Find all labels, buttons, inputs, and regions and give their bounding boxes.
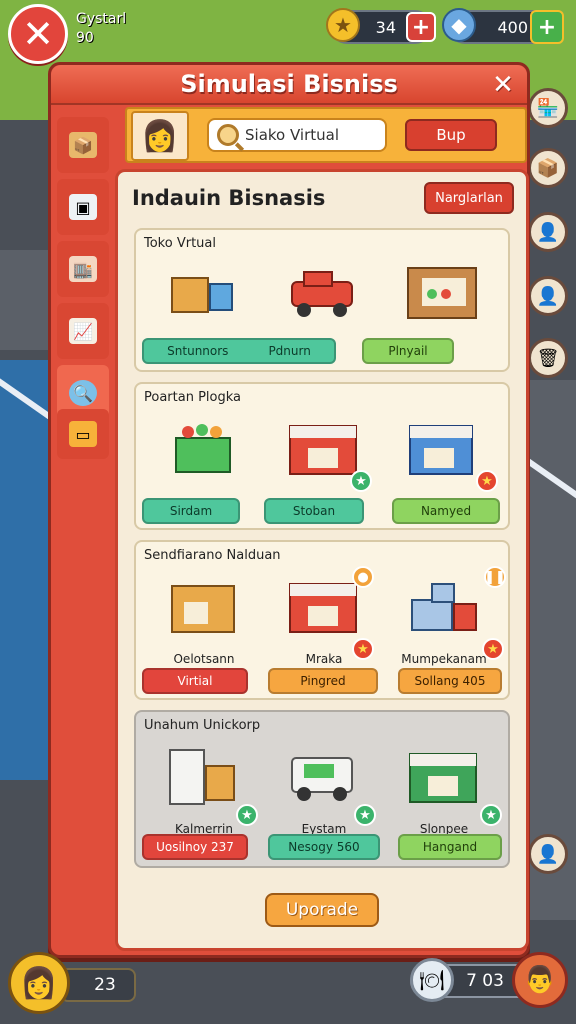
- fridge-icon: [169, 749, 235, 805]
- coin-value: 34: [375, 17, 396, 37]
- business-stat-pill[interactable]: Sntunnors Pdnurn: [142, 338, 336, 364]
- gem-value: 400: [497, 17, 528, 37]
- add-gems-button[interactable]: +: [530, 10, 564, 44]
- add-coins-button[interactable]: +: [406, 12, 436, 42]
- section-title: Poartan Plogka: [144, 390, 241, 405]
- pill-label: Sirdam: [169, 504, 213, 518]
- pause-badge-icon: ❚❚: [484, 566, 506, 588]
- section-title: Unahum Unickorp: [144, 718, 261, 733]
- factory-icon: [411, 583, 477, 631]
- card-icon: ▭: [69, 421, 97, 447]
- tab-inventory[interactable]: 📦: [57, 117, 109, 173]
- side-menu-helper-icon[interactable]: 👤: [528, 834, 568, 874]
- pill-label: Namyed: [420, 504, 472, 518]
- business-stat-pill[interactable]: Pingred: [268, 668, 378, 694]
- item-caption: Mraka: [305, 652, 343, 666]
- food-truck-icon: [291, 757, 353, 801]
- crate-icon: [171, 277, 233, 313]
- side-menu-character-icon[interactable]: 👤: [528, 212, 568, 252]
- pot-badge-icon: ●: [352, 566, 374, 588]
- section-title: Toko Vrtual: [144, 236, 216, 251]
- search-icon: [217, 124, 239, 146]
- coin-icon: ★: [326, 8, 360, 42]
- business-stat-pill[interactable]: Sirdam: [142, 498, 240, 524]
- warehouse-icon: [171, 585, 235, 633]
- cube-icon: ▣: [69, 194, 97, 220]
- side-menu-crate-icon[interactable]: 📦: [528, 148, 568, 188]
- pill-label: Hangand: [422, 840, 478, 854]
- pill-label: Nesogy 560: [288, 840, 360, 854]
- blue-shop-icon: [409, 425, 473, 475]
- red-shop-icon: [289, 425, 357, 475]
- pill-label: Sntunnors: [167, 344, 229, 358]
- side-menu-shop-icon[interactable]: 🏪: [528, 88, 568, 128]
- chef-avatar[interactable]: 👨: [512, 952, 568, 1008]
- search-input-text: Siako Virtual: [245, 126, 339, 144]
- player-level: 90: [76, 30, 94, 46]
- business-stat-pill[interactable]: Virtial: [142, 668, 248, 694]
- business-stat-pill[interactable]: Stoban: [264, 498, 364, 524]
- green-shop-icon: [409, 753, 477, 803]
- item-caption: Mumpekanam: [401, 652, 487, 666]
- tab-shop[interactable]: 🏬: [57, 241, 109, 297]
- section-title: Sendfiarano Nalduan: [144, 548, 281, 563]
- chart-icon: 📈: [69, 318, 97, 344]
- business-stat-pill[interactable]: Plnyail: [362, 338, 454, 364]
- modal-title: Simulasi Bisniss: [180, 70, 398, 98]
- tab-rail: 📦 ▣ 🏬 📈 🔍 ▭: [57, 109, 109, 955]
- item-caption: Oelotsann: [173, 652, 235, 666]
- business-stat-pill[interactable]: Namyed: [392, 498, 500, 524]
- business-section: Poartan Plogka ★ ★ Sirdam Stoban Namyed: [134, 382, 510, 530]
- bottom-left-counter: 23: [60, 968, 136, 1002]
- pill-label: Pdnurn: [268, 344, 311, 358]
- pill-label: Virtial: [177, 674, 213, 688]
- modal-title-bar: Simulasi Bisniss ✕: [51, 65, 527, 105]
- pill-label: Sollang 405: [414, 674, 486, 688]
- market-stall-icon: [407, 267, 477, 319]
- box-icon: 📦: [69, 132, 97, 158]
- business-stat-pill[interactable]: Nesogy 560: [268, 834, 380, 860]
- header-strip: 👩 Siako Virtual Bup: [125, 107, 527, 163]
- star-badge-icon: ★: [476, 470, 498, 492]
- business-stat-pill[interactable]: Uosilnoy 237: [142, 834, 248, 860]
- pill-label: Pingred: [300, 674, 346, 688]
- tab-chart[interactable]: 📈: [57, 303, 109, 359]
- tab-storage[interactable]: ▣: [57, 179, 109, 235]
- gem-icon: ◆: [442, 8, 476, 42]
- business-stat-pill[interactable]: Hangand: [398, 834, 502, 860]
- player-avatar: 👩: [131, 111, 189, 161]
- produce-crate-icon: [175, 424, 231, 473]
- business-stat-pill[interactable]: Sollang 405: [398, 668, 502, 694]
- bottom-left-value: 23: [94, 975, 116, 995]
- pill-label: Stoban: [292, 504, 336, 518]
- shop-icon: 🏬: [69, 256, 97, 282]
- truck-icon: [291, 271, 353, 317]
- business-content-panel: Indauin Bisnasis Narglarlan Toko Vrtual: [115, 169, 529, 951]
- business-section: Sendfiarano Nalduan Oelotsann ● ★ Mraka: [134, 540, 510, 700]
- upgrade-button[interactable]: Uporade: [265, 893, 379, 927]
- content-action-button[interactable]: Narglarlan: [424, 182, 514, 214]
- profile-avatar[interactable]: 👩: [8, 952, 70, 1014]
- exit-button[interactable]: ✕: [8, 4, 68, 64]
- side-menu-friend-icon[interactable]: 👤: [528, 276, 568, 316]
- tab-cards[interactable]: ▭: [57, 409, 109, 459]
- content-title: Indauin Bisnasis: [132, 186, 326, 210]
- magnifier-icon: 🔍: [69, 380, 97, 406]
- food-plate-icon[interactable]: 🍽: [410, 958, 454, 1002]
- player-name: Gystarl: [76, 11, 127, 27]
- search-button[interactable]: Bup: [405, 119, 497, 151]
- business-section: Toko Vrtual Sntunnors Pdnurn Plnyail: [134, 228, 510, 372]
- search-input[interactable]: Siako Virtual: [207, 118, 387, 152]
- side-menu-trash-icon[interactable]: 🗑: [528, 338, 568, 378]
- pill-label: Uosilnoy 237: [156, 840, 234, 854]
- business-simulation-modal: Simulasi Bisniss ✕ 📦 ▣ 🏬 📈 🔍 ▭ 👩 Siako V…: [48, 62, 530, 958]
- business-section-locked: Unahum Unickorp ★ Kalmerrin ★ Eystam ★ S…: [134, 710, 510, 868]
- pill-label: Plnyail: [388, 344, 428, 358]
- close-icon[interactable]: ✕: [489, 70, 517, 100]
- star-badge-icon: ★: [350, 470, 372, 492]
- bottom-right-value: 7 03: [466, 971, 504, 991]
